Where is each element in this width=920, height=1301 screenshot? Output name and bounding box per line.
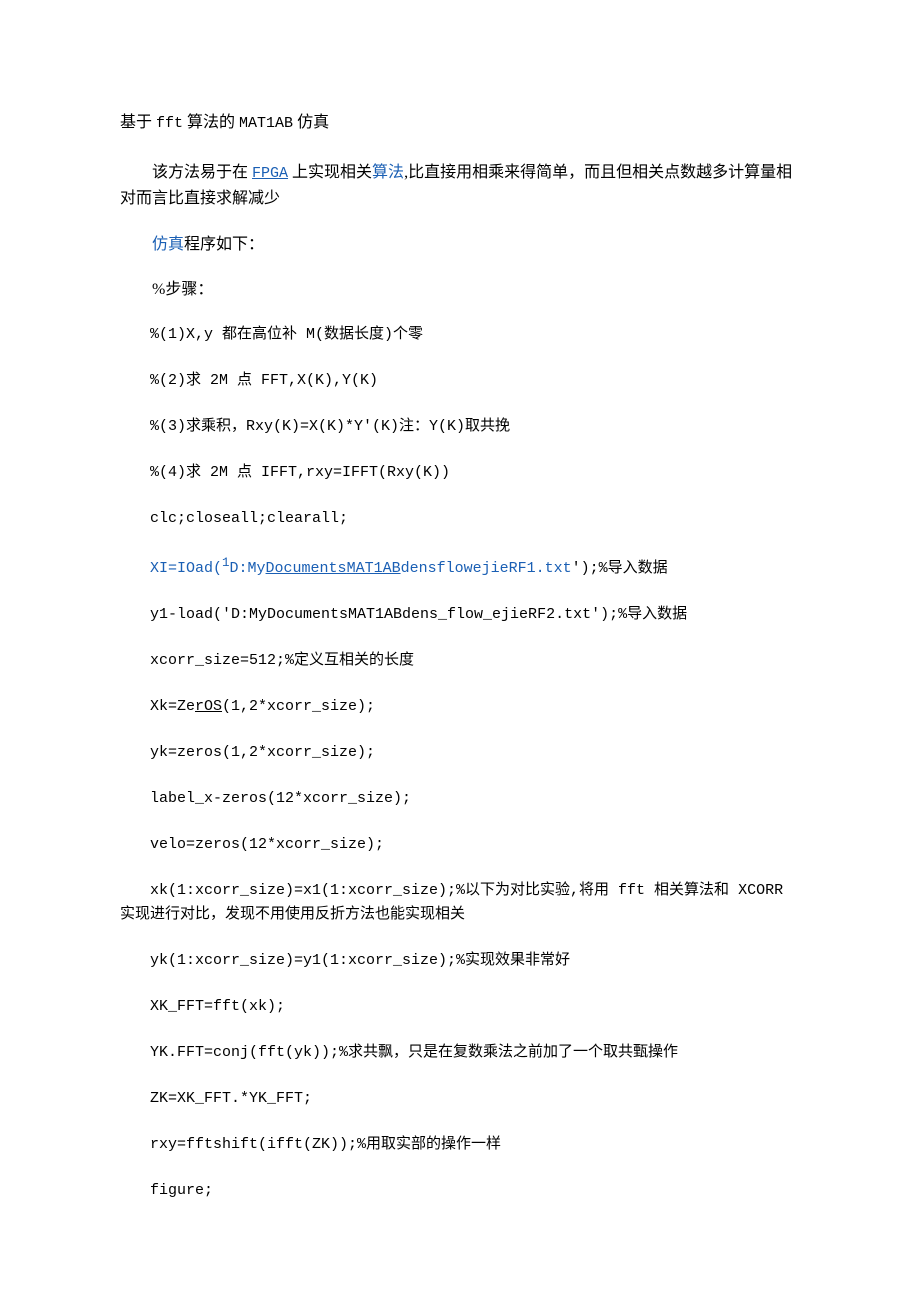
fpga-link[interactable]: FPGA (252, 165, 288, 182)
load1-a: XI=IOad( (150, 560, 222, 577)
title-text-mid: 算法的 (183, 114, 239, 131)
step-1: %(1)X,y 都在高位补 M(数据长度)个零 (120, 323, 800, 347)
title-text-suffix: 仿真 (293, 114, 329, 131)
load1-f: densflowejieRF1.txt (401, 560, 572, 577)
code-xcorr-size: xcorr_size=512;%定义互相关的长度 (120, 649, 800, 673)
intro-text-1: 该方法易于在 (152, 164, 252, 181)
document-page: 基于 fft 算法的 MAT1AB 仿真 该方法易于在 FPGA 上实现相关算法… (0, 0, 920, 1301)
load1-d: Documents (266, 560, 347, 577)
title-text-prefix: 基于 (120, 114, 156, 131)
intro-paragraph: 该方法易于在 FPGA 上实现相关算法,比直接用相乘来得简单，而且但相关点数越多… (120, 160, 800, 212)
xk-c: (1,2*xcorr_size); (222, 698, 375, 715)
simulation-label-line: 仿真程序如下： (120, 232, 800, 258)
code-load-y: y1-load('D:MyDocumentsMAT1ABdens_flow_ej… (120, 603, 800, 627)
step-4: %(4)求 2M 点 IFFT,rxy=IFFT(Rxy(K)) (120, 461, 800, 485)
algorithm-link[interactable]: 算法 (372, 164, 404, 181)
code-labelx-zeros: label_x-zeros(12*xcorr_size); (120, 787, 800, 811)
load1-e: MAT1AB (347, 560, 401, 577)
code-load-x: XI=IOad(1D:MyDocumentsMAT1ABdensflowejie… (120, 553, 800, 581)
code-assign-yk: yk(1:xcorr_size)=y1(1:xcorr_size);%实现效果非… (120, 949, 800, 973)
step-3: %(3)求乘积，Rxy(K)=X(K)*Y'(K)注：Y(K)取共挽 (120, 415, 800, 439)
code-zk: ZK=XK_FFT.*YK_FFT; (120, 1087, 800, 1111)
load1-g: ' (572, 560, 581, 577)
code-rxy: rxy=fftshift(ifft(ZK));%用取实部的操作一样 (120, 1133, 800, 1157)
simulation-suffix: 程序如下： (184, 236, 264, 253)
load1-c: D:My (230, 560, 266, 577)
code-figure: figure; (120, 1179, 800, 1203)
title-matlab: MAT1AB (239, 115, 293, 132)
xk-b: rOS (195, 698, 222, 715)
steps-header: %步骤： (120, 277, 800, 303)
code-xk-zeros: Xk=ZerOS(1,2*xcorr_size); (120, 695, 800, 719)
code-yk-fft: YK.FFT=conj(fft(yk));%求共飘，只是在复数乘法之前加了一个取… (120, 1041, 800, 1065)
simulation-link[interactable]: 仿真 (152, 236, 184, 253)
code-clc: clc;closeall;clearall; (120, 507, 800, 531)
code-yk-zeros: yk=zeros(1,2*xcorr_size); (120, 741, 800, 765)
code-velo-zeros: velo=zeros(12*xcorr_size); (120, 833, 800, 857)
load1-sup: 1 (222, 556, 230, 570)
load1-h: );%导入数据 (581, 560, 668, 577)
title-fft: fft (156, 115, 183, 132)
code-assign-xk: xk(1:xcorr_size)=x1(1:xcorr_size);%以下为对比… (120, 879, 800, 927)
step-2: %(2)求 2M 点 FFT,X(K),Y(K) (120, 369, 800, 393)
intro-text-2: 上实现相关 (288, 164, 372, 181)
code-xk-fft: XK_FFT=fft(xk); (120, 995, 800, 1019)
document-title: 基于 fft 算法的 MAT1AB 仿真 (120, 110, 800, 136)
xk-a: Xk=Ze (150, 698, 195, 715)
